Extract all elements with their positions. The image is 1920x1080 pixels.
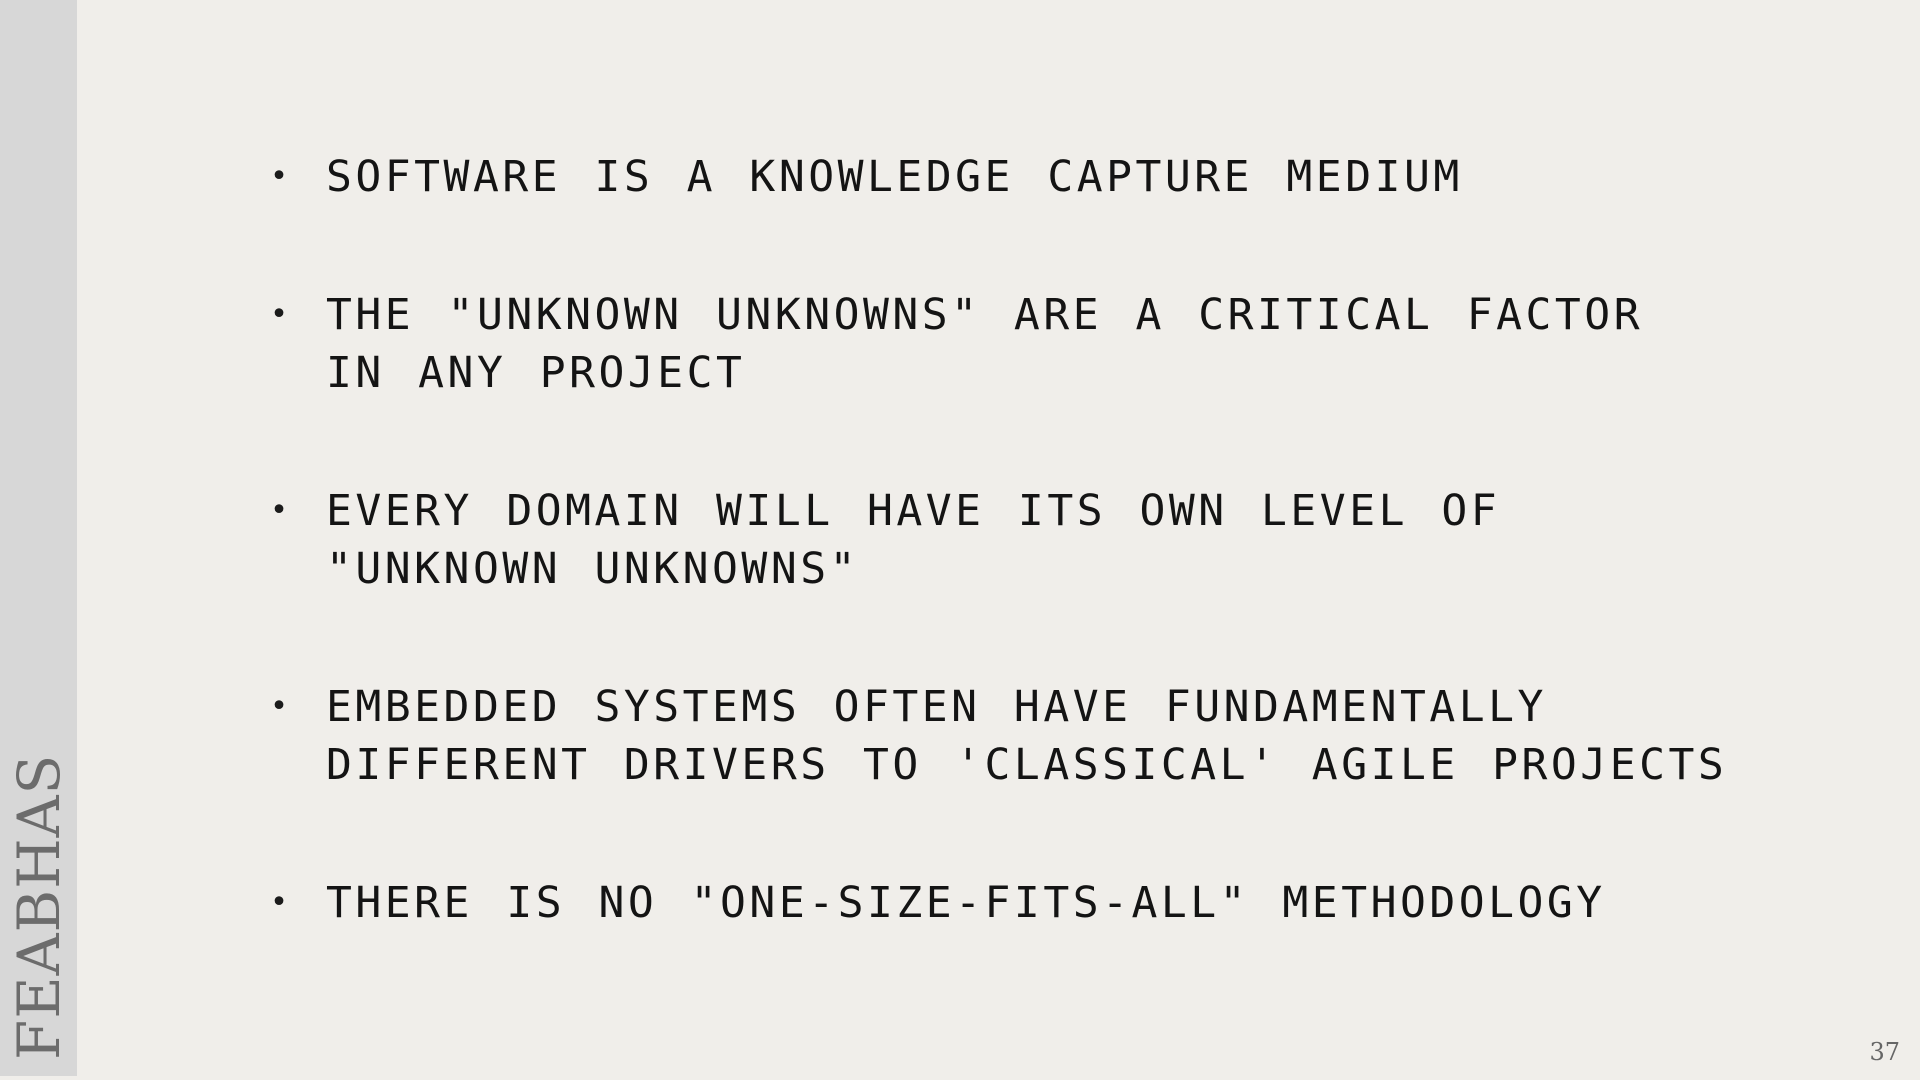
bullet-item-2: • THE "UNKNOWN UNKNOWNS" ARE A CRITICAL …	[270, 286, 1730, 402]
company-logo: FEABHAS	[4, 753, 73, 1060]
bullet-list: • SOFTWARE IS A KNOWLEDGE CAPTURE MEDIUM…	[270, 148, 1730, 932]
bullet-text-3: EVERY DOMAIN WILL HAVE ITS OWN LEVEL OF …	[326, 486, 1501, 594]
bullet-icon: •	[270, 689, 289, 724]
bullet-icon: •	[270, 159, 289, 194]
bullet-item-1: • SOFTWARE IS A KNOWLEDGE CAPTURE MEDIUM	[270, 148, 1730, 206]
bullet-item-4: • EMBEDDED SYSTEMS OFTEN HAVE FUNDAMENTA…	[270, 678, 1730, 794]
sidebar: FEABHAS	[0, 0, 77, 1076]
bullet-icon: •	[270, 493, 289, 528]
page-number: 37	[1869, 1038, 1900, 1066]
bullet-icon: •	[270, 297, 289, 332]
bullet-item-5: • THERE IS NO "ONE-SIZE-FITS-ALL" METHOD…	[270, 874, 1730, 932]
bullet-icon: •	[270, 885, 289, 920]
bullet-text-5: THERE IS NO "ONE-SIZE-FITS-ALL" METHODOL…	[326, 878, 1606, 928]
bullet-text-4: EMBEDDED SYSTEMS OFTEN HAVE FUNDAMENTALL…	[326, 682, 1728, 790]
bullet-text-1: SOFTWARE IS A KNOWLEDGE CAPTURE MEDIUM	[326, 152, 1463, 202]
bullet-item-3: • EVERY DOMAIN WILL HAVE ITS OWN LEVEL O…	[270, 482, 1730, 598]
bullet-text-2: THE "UNKNOWN UNKNOWNS" ARE A CRITICAL FA…	[326, 290, 1644, 398]
